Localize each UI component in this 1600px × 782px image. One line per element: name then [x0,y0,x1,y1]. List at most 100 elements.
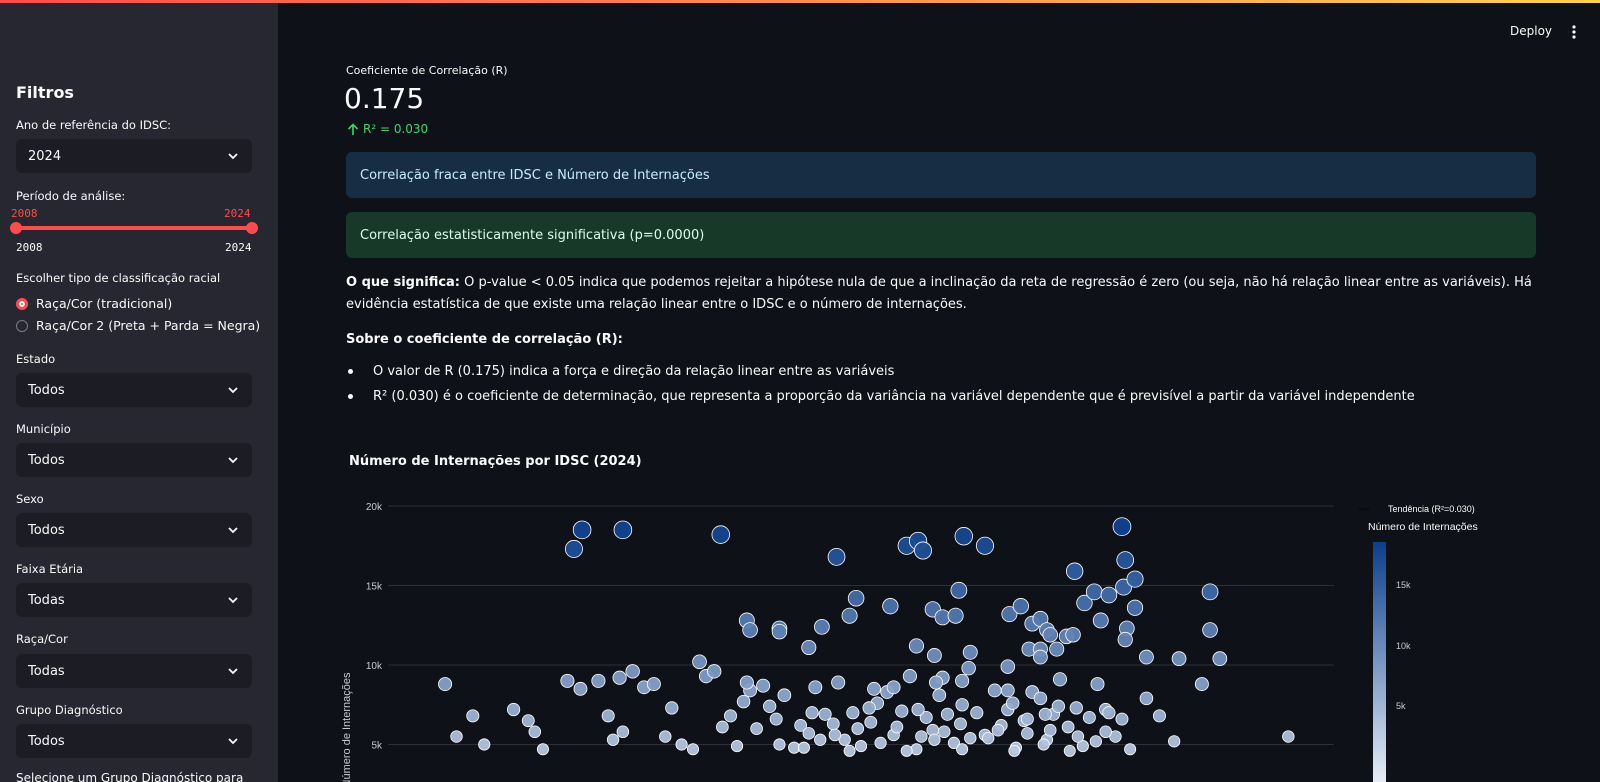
scatter-point[interactable] [750,722,763,735]
scatter-point[interactable] [606,733,620,746]
scatter-point[interactable] [1071,730,1085,743]
scatter-point[interactable] [716,720,729,734]
scatter-point[interactable] [1063,744,1076,757]
scatter-point[interactable] [1005,696,1020,710]
raca-select[interactable]: Todas [16,654,252,688]
scatter-point[interactable] [1008,744,1021,757]
scatter-point[interactable] [625,664,640,679]
scatter-point[interactable] [910,743,923,756]
scatter-point[interactable] [1090,677,1105,692]
scatter-point[interactable] [987,683,1002,698]
scatter-point[interactable] [591,673,606,688]
scatter-point[interactable] [1194,677,1209,692]
scatter-point[interactable] [560,673,575,688]
scatter-point[interactable] [932,688,947,703]
scatter-point[interactable] [964,731,977,745]
scatter-point[interactable] [843,744,856,757]
scatter-point[interactable] [1100,586,1118,604]
scatter-point[interactable] [528,725,542,739]
scatter-point[interactable] [1051,699,1066,713]
scatter-point[interactable] [955,698,969,712]
scatter-point[interactable] [947,607,964,624]
scatter-point[interactable] [478,738,491,751]
scatter-point[interactable] [864,715,878,729]
periodo-slider-track[interactable] [16,226,252,230]
scatter-point[interactable] [818,707,832,721]
scatter-point[interactable] [771,623,788,640]
scatter-point[interactable] [862,701,876,715]
scatter-point[interactable] [908,638,925,654]
scatter-point[interactable] [659,730,672,743]
scatter-point[interactable] [955,673,970,688]
scatter-point[interactable] [1020,712,1034,726]
scatter-point[interactable] [1085,583,1103,601]
scatter-point[interactable] [874,736,887,750]
scatter-point[interactable] [692,654,707,670]
scatter-point[interactable] [613,520,633,540]
scatter-point[interactable] [914,541,932,560]
scatter-point[interactable] [707,664,722,679]
scatter-point[interactable] [911,702,925,717]
radio-option-negra[interactable]: Raça/Cor 2 (Preta + Parda = Negra) [16,318,260,333]
scatter-point[interactable] [1042,627,1058,643]
scatter-point[interactable] [797,741,810,754]
scatter-point[interactable] [982,731,995,745]
scatter-point[interactable] [956,743,969,756]
scatter-point[interactable] [1126,599,1144,616]
scatter-point[interactable] [1049,641,1065,657]
scatter-point[interactable] [828,728,842,742]
scatter-point[interactable] [506,702,521,717]
scatter-point[interactable] [929,675,944,690]
scatter-point[interactable] [926,648,942,663]
scatter-point[interactable] [1282,730,1295,743]
scatter-point[interactable] [814,733,827,746]
scatter-point[interactable] [521,714,535,728]
scatter-point[interactable] [739,675,754,690]
scatter-point[interactable] [975,536,995,555]
scatter-point[interactable] [777,688,792,703]
scatter-point[interactable] [1099,725,1112,739]
scatter-point[interactable] [1065,627,1081,643]
scatter-point[interactable] [1124,743,1137,756]
scatter-point[interactable] [536,743,549,756]
estado-select[interactable]: Todos [16,373,252,407]
scatter-point[interactable] [1033,691,1048,706]
scatter-point[interactable] [573,681,588,696]
sexo-select[interactable]: Todos [16,513,252,547]
scatter-point[interactable] [1139,691,1154,706]
scatter-point[interactable] [742,622,758,638]
scatter-point[interactable] [1012,598,1029,615]
scatter-point[interactable] [612,670,627,685]
scatter-point[interactable] [646,677,661,692]
deploy-button[interactable]: Deploy [1510,24,1552,38]
scatter-point[interactable] [686,743,700,756]
scatter-point[interactable] [902,669,918,684]
scatter-point[interactable] [962,644,978,660]
scatter-point[interactable] [724,709,738,723]
scatter-point[interactable] [1092,612,1109,629]
scatter-point[interactable] [915,730,928,743]
kebab-icon[interactable] [1572,25,1576,39]
scatter-point[interactable] [882,598,899,615]
scatter-point[interactable] [827,548,846,566]
municipio-select[interactable]: Todos [16,443,252,477]
scatter-point[interactable] [1126,570,1144,588]
scatter-point[interactable] [773,738,786,751]
faixa-select[interactable]: Todas [16,583,252,617]
scatter-point[interactable] [954,527,973,546]
scatter-point[interactable] [890,720,904,734]
scatter-point[interactable] [616,725,630,739]
scatter-point[interactable] [572,520,592,540]
scatter-point[interactable] [711,525,730,544]
scatter-point[interactable] [1061,720,1075,734]
scatter-point[interactable] [846,706,860,720]
scatter-point[interactable] [564,539,583,558]
scatter-point[interactable] [867,681,881,696]
scatter-point[interactable] [601,709,615,723]
scatter-point[interactable] [814,619,830,635]
scatter-point[interactable] [763,699,777,713]
scatter-point[interactable] [954,717,967,731]
grupo-select[interactable]: Todos [16,724,252,758]
scatter-point[interactable] [769,712,783,726]
scatter-point[interactable] [895,704,909,718]
